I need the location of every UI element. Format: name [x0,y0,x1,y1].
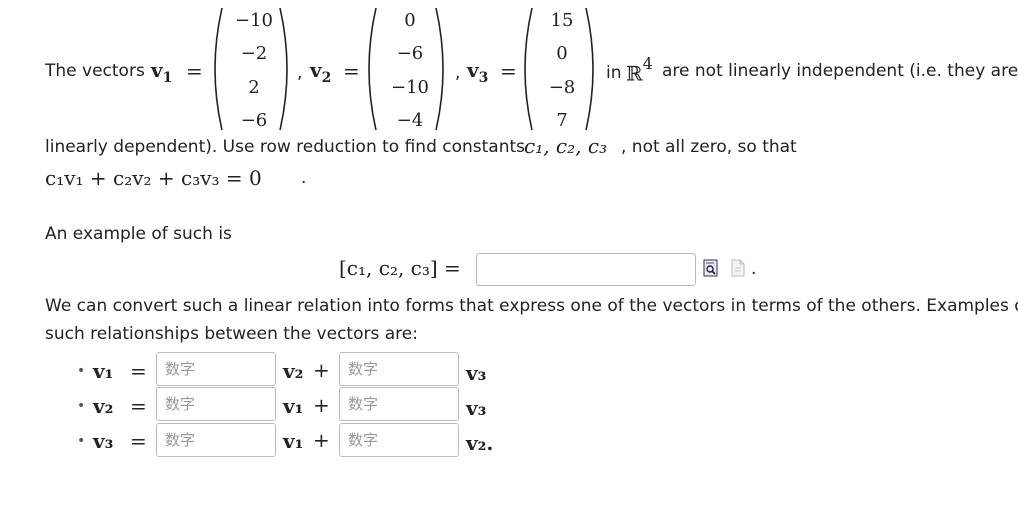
bullet: • [77,363,86,379]
in-text: in [606,63,622,83]
intro-line2: linearly dependent). Use row reduction t… [45,137,526,157]
relation-lhs: v₃ [93,429,114,453]
bullet: • [77,433,86,449]
intro-prefix: The vectors [45,61,145,81]
right-paren [279,7,288,131]
v1-label: v1 [151,58,173,86]
relation-end: v₃ [466,361,487,385]
relation-end: v₂. [466,431,494,455]
constants-list: c₁, c₂, c₃ [524,134,608,158]
equals-sign: = [186,59,203,83]
linear-combination-equation: c₁v₁ + c₂v₂ + c₃v₃ = 0 [45,166,262,190]
period: . [301,168,307,188]
intro-suffix: are not linearly independent (i.e. they … [662,61,1018,81]
v2-label: v2 [310,58,332,86]
v3-label: v3 [467,58,489,86]
relation-mid: v₂ [283,359,304,383]
right-paren [435,7,444,131]
relations-text-line1: We can convert such a linear relation in… [45,296,1018,316]
relation-mid: v₁ [283,429,304,453]
example-label: An example of such is [45,224,232,244]
bullet: • [77,398,86,414]
equals-sign: = [130,429,147,453]
comma: , [297,63,303,83]
help-icon[interactable] [730,259,746,277]
relation-mid: v₁ [283,394,304,418]
right-paren [585,7,594,131]
coefficient-input-v3-v2[interactable] [339,423,459,457]
coefficient-input-v2-v1[interactable] [156,387,276,421]
relations-text-line2: such relationships between the vectors a… [45,324,418,344]
comma: , [455,63,461,83]
preview-icon[interactable] [703,259,719,277]
constants-answer-input[interactable] [476,253,696,286]
coefficient-input-v1-v3[interactable] [339,352,459,386]
equals-sign: = [130,394,147,418]
constants-vector-label: [c₁, c₂, c₃] = [339,256,461,280]
plus-sign: + [313,393,330,417]
equals-sign: = [130,359,147,383]
intro-line2-end: , not all zero, so that [621,137,797,157]
equals-sign: = [500,59,517,83]
real-space-symbol: ℝ4 [626,54,653,86]
coefficient-input-v1-v2[interactable] [156,352,276,386]
relation-end: v₃ [466,396,487,420]
coefficient-input-v2-v3[interactable] [339,387,459,421]
period: . [751,259,757,279]
relation-lhs: v₂ [93,394,114,418]
equals-sign: = [343,59,360,83]
coefficient-input-v3-v1[interactable] [156,423,276,457]
relation-lhs: v₁ [93,359,114,383]
plus-sign: + [313,358,330,382]
plus-sign: + [313,428,330,452]
